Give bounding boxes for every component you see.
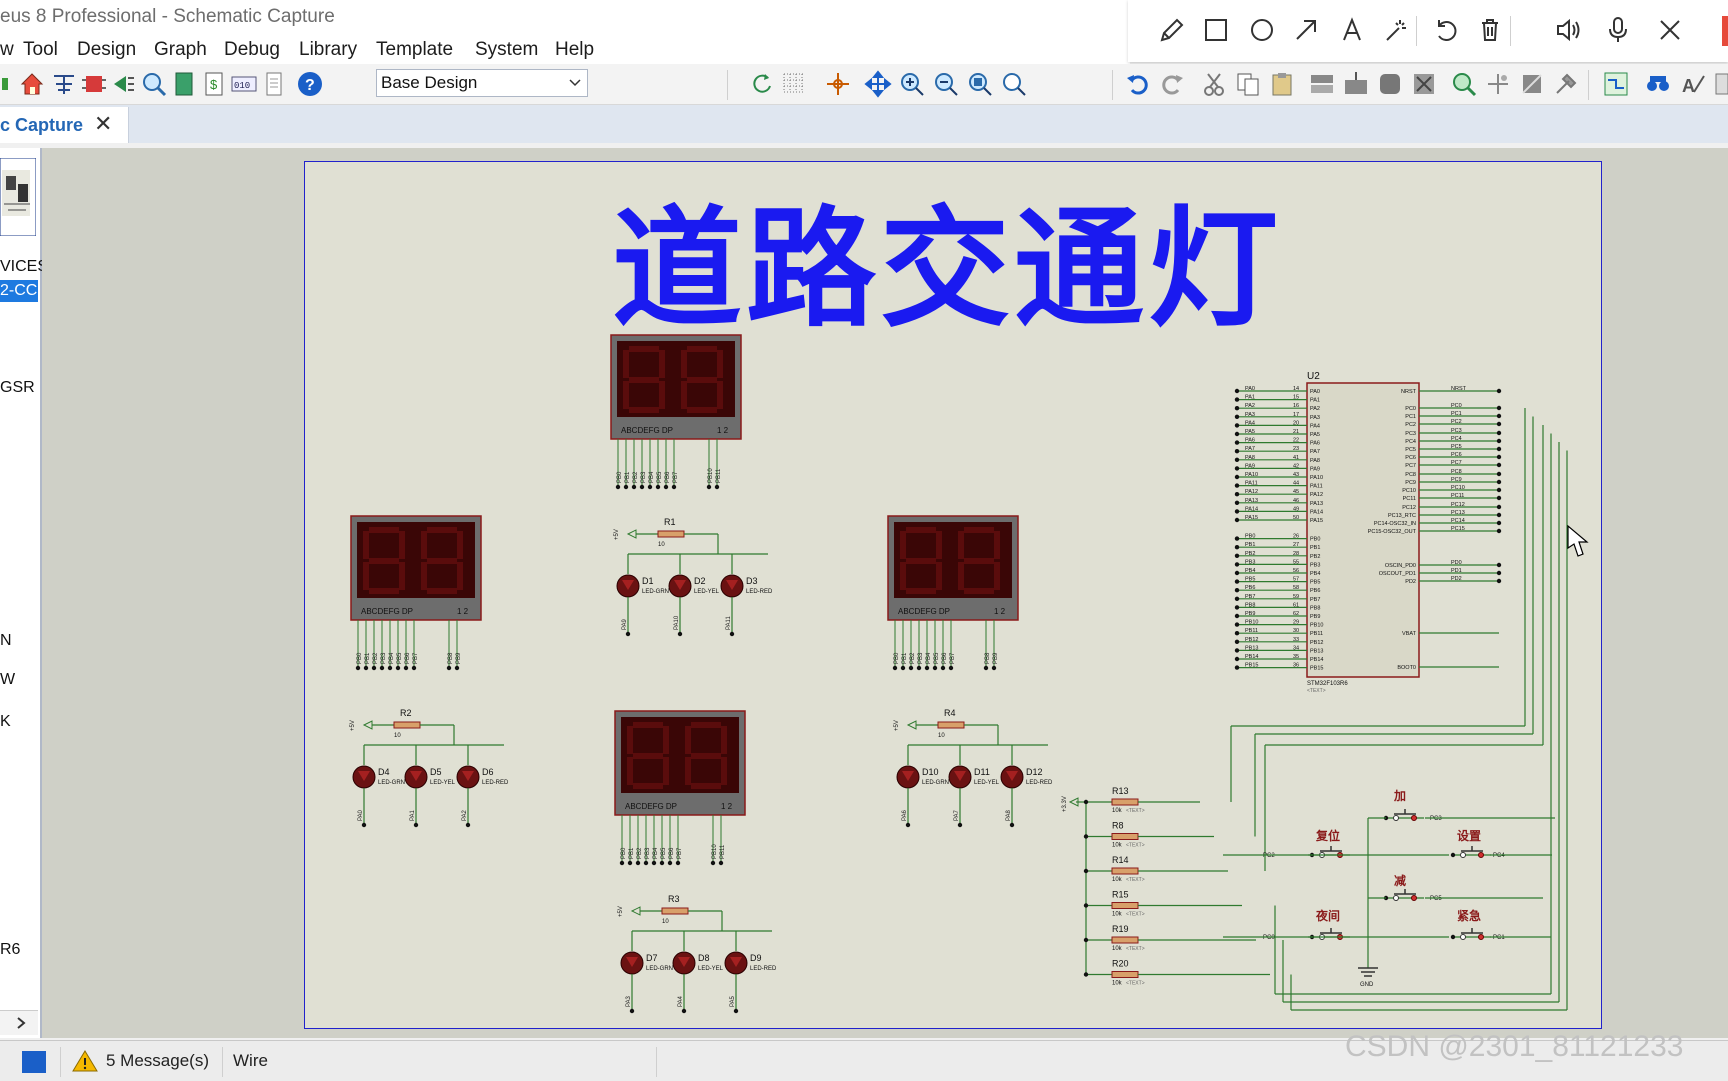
packaging-tool-icon[interactable] <box>1518 70 1546 98</box>
menu-design[interactable]: Design <box>77 39 136 61</box>
redo-icon[interactable] <box>1158 70 1186 98</box>
menu-help[interactable]: Help <box>555 39 594 61</box>
svg-text:?: ? <box>305 77 315 94</box>
device-list-item[interactable]: K <box>0 713 11 731</box>
binary-icon[interactable]: 010 <box>230 70 258 98</box>
menu-library[interactable]: Library <box>299 39 357 61</box>
undo-icon[interactable] <box>1430 14 1462 46</box>
cut-icon[interactable] <box>1200 70 1228 98</box>
device-list-item[interactable]: W <box>0 671 15 689</box>
document-icon[interactable] <box>170 70 198 98</box>
device-list-item[interactable]: R6 <box>0 941 20 959</box>
pcb-icon[interactable] <box>80 70 108 98</box>
chevron-down-icon <box>569 79 581 87</box>
undo-icon[interactable] <box>1124 70 1152 98</box>
zoom-all-icon[interactable] <box>966 70 994 98</box>
devices-header: VICES <box>0 258 49 275</box>
svg-text:$: $ <box>210 77 218 92</box>
menu-system[interactable]: System <box>475 39 538 61</box>
block-copy-icon[interactable] <box>1308 70 1336 98</box>
zoom-area-icon[interactable] <box>1000 70 1028 98</box>
annotation-toolbar <box>1128 0 1728 62</box>
panel-scrollbar[interactable] <box>0 1010 38 1035</box>
paste-icon[interactable] <box>1268 70 1296 98</box>
pick-device-icon[interactable] <box>1450 70 1478 98</box>
pan-icon[interactable] <box>864 70 892 98</box>
grid-icon[interactable] <box>780 70 808 98</box>
rectangle-icon[interactable] <box>1200 14 1232 46</box>
trash-icon[interactable] <box>1474 14 1506 46</box>
close-icon[interactable] <box>1654 14 1686 46</box>
block-delete-icon[interactable] <box>1410 70 1438 98</box>
record-indicator <box>1722 16 1728 46</box>
menu-template[interactable]: Template <box>376 39 453 61</box>
microphone-icon[interactable] <box>1602 14 1634 46</box>
variant-select-value: Base Design <box>381 73 478 92</box>
circle-icon[interactable] <box>1246 14 1278 46</box>
block-rotate-icon[interactable] <box>1376 70 1404 98</box>
device-list-item-label: 2-CC <box>0 282 38 299</box>
warning-icon <box>72 1050 98 1072</box>
device-panel: VICES 2-CC GSR N W K R6 <box>0 148 48 1038</box>
text-icon[interactable] <box>1336 14 1368 46</box>
notes-icon[interactable] <box>260 70 288 98</box>
design-explorer-icon[interactable] <box>1712 70 1728 98</box>
schematic-title: 道路交通灯 <box>612 196 1283 342</box>
wire-autorouter-icon[interactable] <box>1602 70 1630 98</box>
device-list-item[interactable]: N <box>0 632 12 650</box>
animation-control-button[interactable] <box>22 1051 46 1073</box>
home-icon[interactable] <box>18 70 46 98</box>
search-component-icon[interactable] <box>1644 70 1672 98</box>
zoom-in-icon[interactable] <box>898 70 926 98</box>
chevron-right-icon[interactable] <box>16 1016 26 1030</box>
refresh-icon[interactable] <box>748 70 776 98</box>
make-device-icon[interactable] <box>1484 70 1512 98</box>
pencil-icon[interactable] <box>1156 14 1188 46</box>
speaker-icon[interactable] <box>1552 14 1584 46</box>
watermark: CSDN @2301_81121233 <box>1345 1030 1684 1063</box>
search-icon[interactable] <box>140 70 168 98</box>
device-list-item[interactable]: GSR <box>0 379 35 397</box>
menu-debug[interactable]: Debug <box>224 39 280 61</box>
overview-thumbnail[interactable] <box>0 158 36 236</box>
tab-schematic-capture[interactable]: c Capture ✕ <box>0 107 129 143</box>
tab-bar: c Capture ✕ <box>0 105 1728 143</box>
menu-graph[interactable]: Graph <box>154 39 207 61</box>
schematic-icon[interactable] <box>50 70 78 98</box>
copy-icon[interactable] <box>1234 70 1262 98</box>
gerber-icon[interactable] <box>110 70 138 98</box>
decompose-icon[interactable] <box>1552 70 1580 98</box>
svg-text:010: 010 <box>234 81 250 91</box>
main-toolbar: $ 010 ? A <box>0 64 1728 105</box>
menu-bar: w Tool Design Graph Debug Library Templa… <box>0 34 1130 64</box>
zoom-out-icon[interactable] <box>932 70 960 98</box>
origin-icon[interactable] <box>824 70 852 98</box>
variant-select[interactable]: Base Design <box>376 69 588 97</box>
status-mode: Wire <box>233 1051 268 1070</box>
message-count[interactable]: 5 Message(s) <box>106 1051 209 1071</box>
menu-tool[interactable]: Tool <box>23 39 58 61</box>
window-title: eus 8 Professional - Schematic Capture <box>0 6 335 27</box>
svg-text:A: A <box>1682 76 1695 96</box>
close-icon[interactable]: ✕ <box>94 111 112 137</box>
tab-label: c Capture <box>0 115 84 135</box>
menu-view[interactable]: w <box>0 39 14 61</box>
block-move-icon[interactable] <box>1342 70 1370 98</box>
magic-wand-icon[interactable] <box>1380 14 1412 46</box>
bill-of-materials-icon[interactable]: $ <box>200 70 228 98</box>
help-icon[interactable]: ? <box>296 70 324 98</box>
arrow-icon[interactable] <box>1290 14 1322 46</box>
property-assignment-icon[interactable]: A <box>1678 70 1706 98</box>
